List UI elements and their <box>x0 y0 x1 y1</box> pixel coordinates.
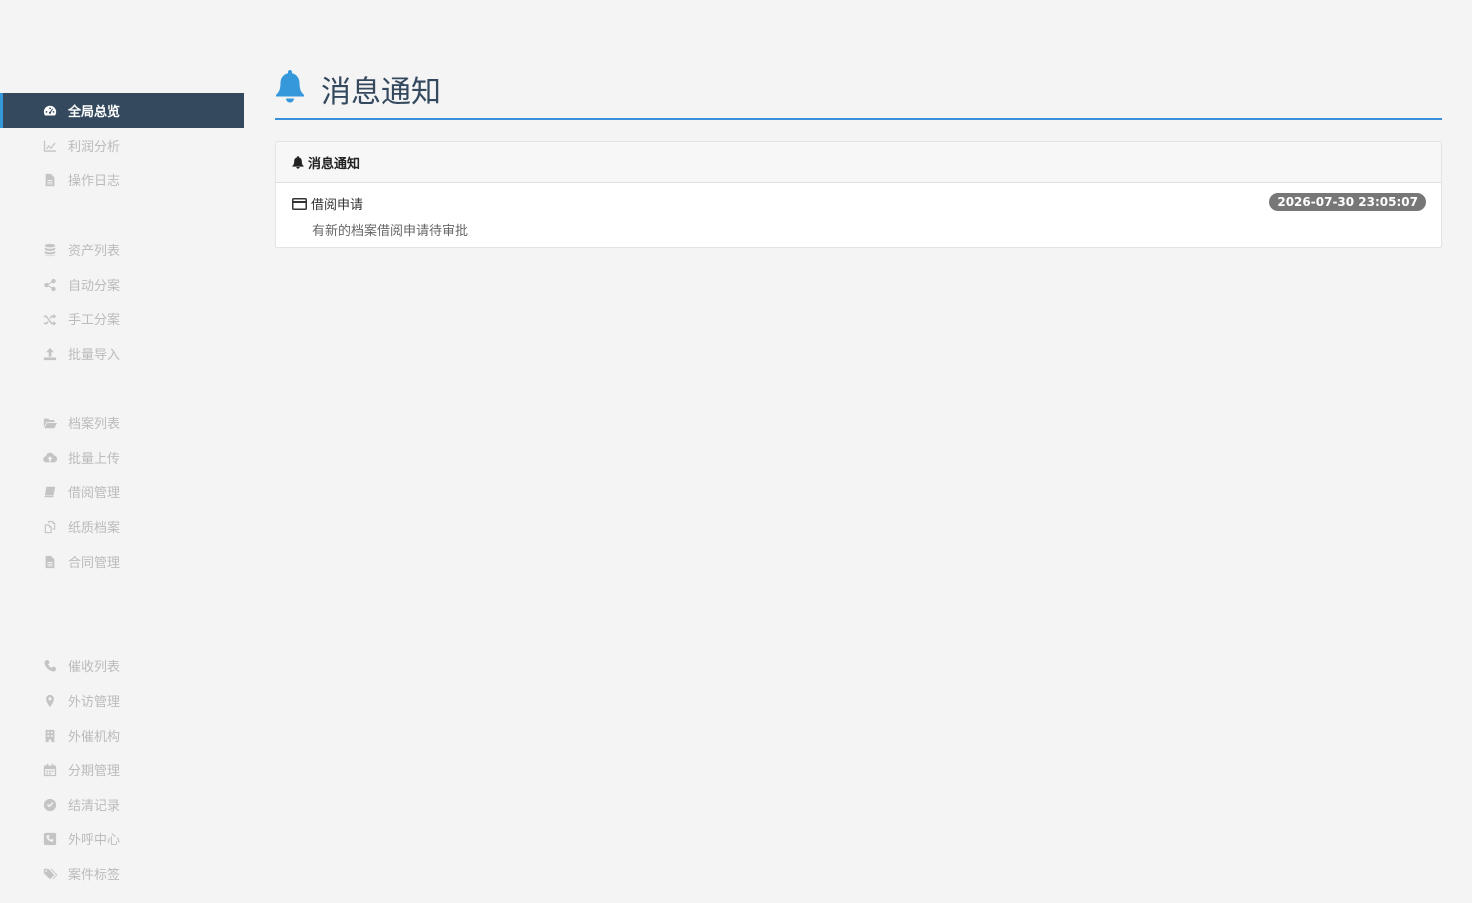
message-description: 有新的档案借阅申请待审批 <box>312 224 469 239</box>
sidebar-item-label: 合同管理 <box>68 556 121 571</box>
sidebar-item-label: 自动分案 <box>68 279 121 294</box>
check-circle-icon <box>42 797 58 813</box>
sidebar-item-label: 手工分案 <box>68 313 121 328</box>
sidebar-item-label: 外访管理 <box>68 695 121 710</box>
panel-heading-text: 消息通知 <box>308 156 361 172</box>
phone-square-icon <box>42 831 58 847</box>
sidebar-item-asset-list[interactable]: 资产列表 <box>0 232 244 267</box>
sidebar-item-label: 资产列表 <box>68 244 121 259</box>
list-item[interactable]: 借阅申请 有新的档案借阅申请待审批 2026-07-30 23:05:07 <box>276 183 1441 247</box>
sidebar-item-batch-import[interactable]: 批量导入 <box>0 336 244 371</box>
notification-panel: 消息通知 借阅申请 有新的档案借阅申请待审批 2026-07-30 23:05:… <box>275 141 1442 248</box>
cloud-upload-icon <box>42 450 58 466</box>
building-icon <box>42 728 58 744</box>
sidebar-item-installment-management[interactable]: 分期管理 <box>0 752 244 787</box>
calendar-icon <box>42 762 58 778</box>
file-icon <box>42 554 58 570</box>
sidebar-item-collection-list[interactable]: 催收列表 <box>0 648 244 683</box>
copy-icon <box>42 519 58 535</box>
file-icon <box>42 172 58 188</box>
message-title[interactable]: 借阅申请 <box>292 194 363 213</box>
sidebar-item-batch-upload[interactable]: 批量上传 <box>0 440 244 475</box>
sidebar-item-manual-assign[interactable]: 手工分案 <box>0 301 244 336</box>
sidebar-item-outsourced-agency[interactable]: 外催机构 <box>0 718 244 753</box>
timestamp-badge: 2026-07-30 23:05:07 <box>1269 193 1426 211</box>
sidebar-item-label: 全局总览 <box>68 105 121 120</box>
sidebar-item-label: 纸质档案 <box>68 521 121 536</box>
sidebar-item-paper-archive[interactable]: 纸质档案 <box>0 509 244 544</box>
bell-icon <box>275 70 305 108</box>
sidebar-item-label: 案件标签 <box>68 868 121 883</box>
sidebar-item-auto-assign[interactable]: 自动分案 <box>0 267 244 302</box>
upload-icon <box>42 346 58 362</box>
sidebar-item-call-center[interactable]: 外呼中心 <box>0 821 244 856</box>
sidebar-item-label: 批量上传 <box>68 452 121 467</box>
phone-icon <box>42 658 58 674</box>
sidebar-item-contract-management[interactable]: 合同管理 <box>0 544 244 579</box>
sidebar-item-visit-management[interactable]: 外访管理 <box>0 683 244 718</box>
sidebar-item-overview[interactable]: 全局总览 <box>0 93 244 128</box>
sidebar-item-operation-log[interactable]: 操作日志 <box>0 162 244 197</box>
sidebar-item-label: 批量导入 <box>68 348 121 363</box>
sidebar: 全局总览 利润分析 操作日志 资产列表 自动分案 手工分案 批量导入 档案列表 … <box>0 0 244 903</box>
panel-heading: 消息通知 <box>276 142 1441 183</box>
sidebar-item-label: 利润分析 <box>68 140 121 155</box>
line-chart-icon <box>42 138 58 154</box>
sidebar-item-label: 结清记录 <box>68 799 121 814</box>
bell-icon <box>292 155 304 169</box>
book-icon <box>42 484 58 500</box>
page-header: 消息通知 <box>275 60 1442 120</box>
dashboard-icon <box>42 103 58 119</box>
page-title: 消息通知 <box>321 75 441 110</box>
message-title-text: 借阅申请 <box>311 198 364 213</box>
sidebar-item-label: 催收列表 <box>68 660 121 675</box>
sidebar-item-label: 操作日志 <box>68 174 121 189</box>
sidebar-item-archive-list[interactable]: 档案列表 <box>0 405 244 440</box>
folder-open-icon <box>42 415 58 431</box>
share-icon <box>42 277 58 293</box>
shuffle-icon <box>42 311 58 327</box>
sidebar-item-label: 分期管理 <box>68 764 121 779</box>
sidebar-item-case-tags[interactable]: 案件标签 <box>0 856 244 891</box>
sidebar-item-borrow-management[interactable]: 借阅管理 <box>0 474 244 509</box>
tags-icon <box>42 866 58 882</box>
sidebar-item-settlement-records[interactable]: 结清记录 <box>0 787 244 822</box>
credit-card-icon <box>292 197 307 210</box>
sidebar-item-label: 档案列表 <box>68 417 121 432</box>
database-icon <box>42 242 58 258</box>
sidebar-item-label: 外催机构 <box>68 730 121 745</box>
sidebar-item-label: 借阅管理 <box>68 486 121 501</box>
sidebar-item-profit-analysis[interactable]: 利润分析 <box>0 128 244 163</box>
map-marker-icon <box>42 693 58 709</box>
sidebar-item-label: 外呼中心 <box>68 833 121 848</box>
